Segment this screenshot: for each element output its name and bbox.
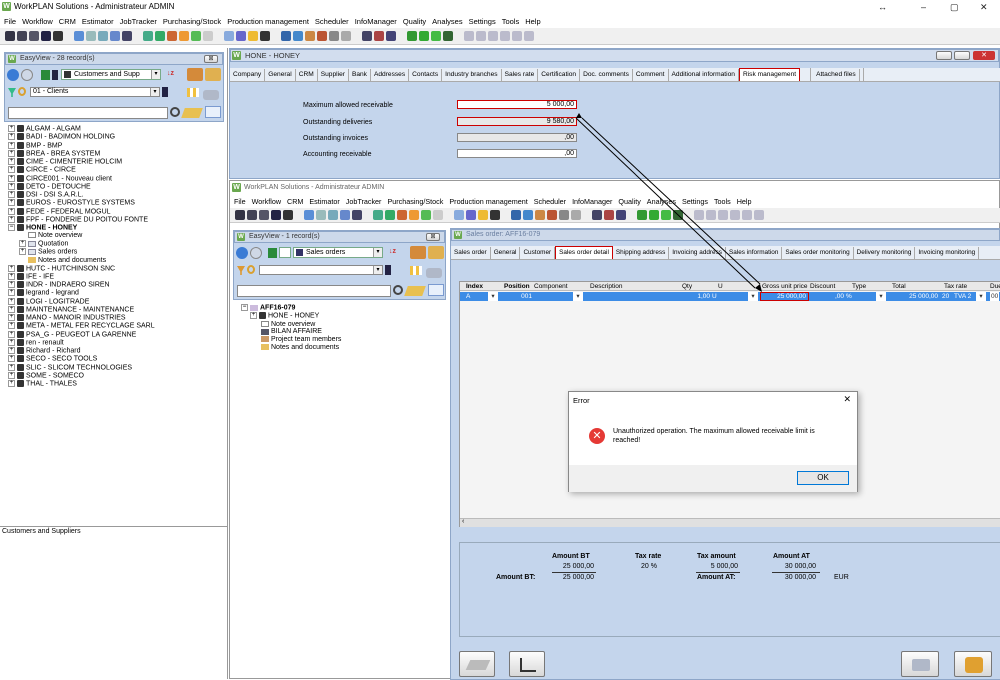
arrow-line	[575, 117, 756, 289]
error-icon: ✕	[589, 428, 605, 444]
dialog-close-button[interactable]: ✕	[843, 394, 851, 405]
error-dialog: Error ✕ ✕ Unauthorized operation. The ma…	[568, 391, 858, 492]
arrow-line	[581, 117, 761, 285]
annotation-arrows	[575, 113, 762, 292]
dialog-title: Error	[573, 396, 590, 405]
arrow-head	[755, 284, 762, 292]
arrow-head	[576, 113, 582, 118]
dialog-message: Unauthorized operation. The maximum allo…	[613, 428, 815, 444]
ok-button[interactable]: OK	[797, 471, 849, 485]
dialog-footer: OK	[569, 465, 857, 492]
